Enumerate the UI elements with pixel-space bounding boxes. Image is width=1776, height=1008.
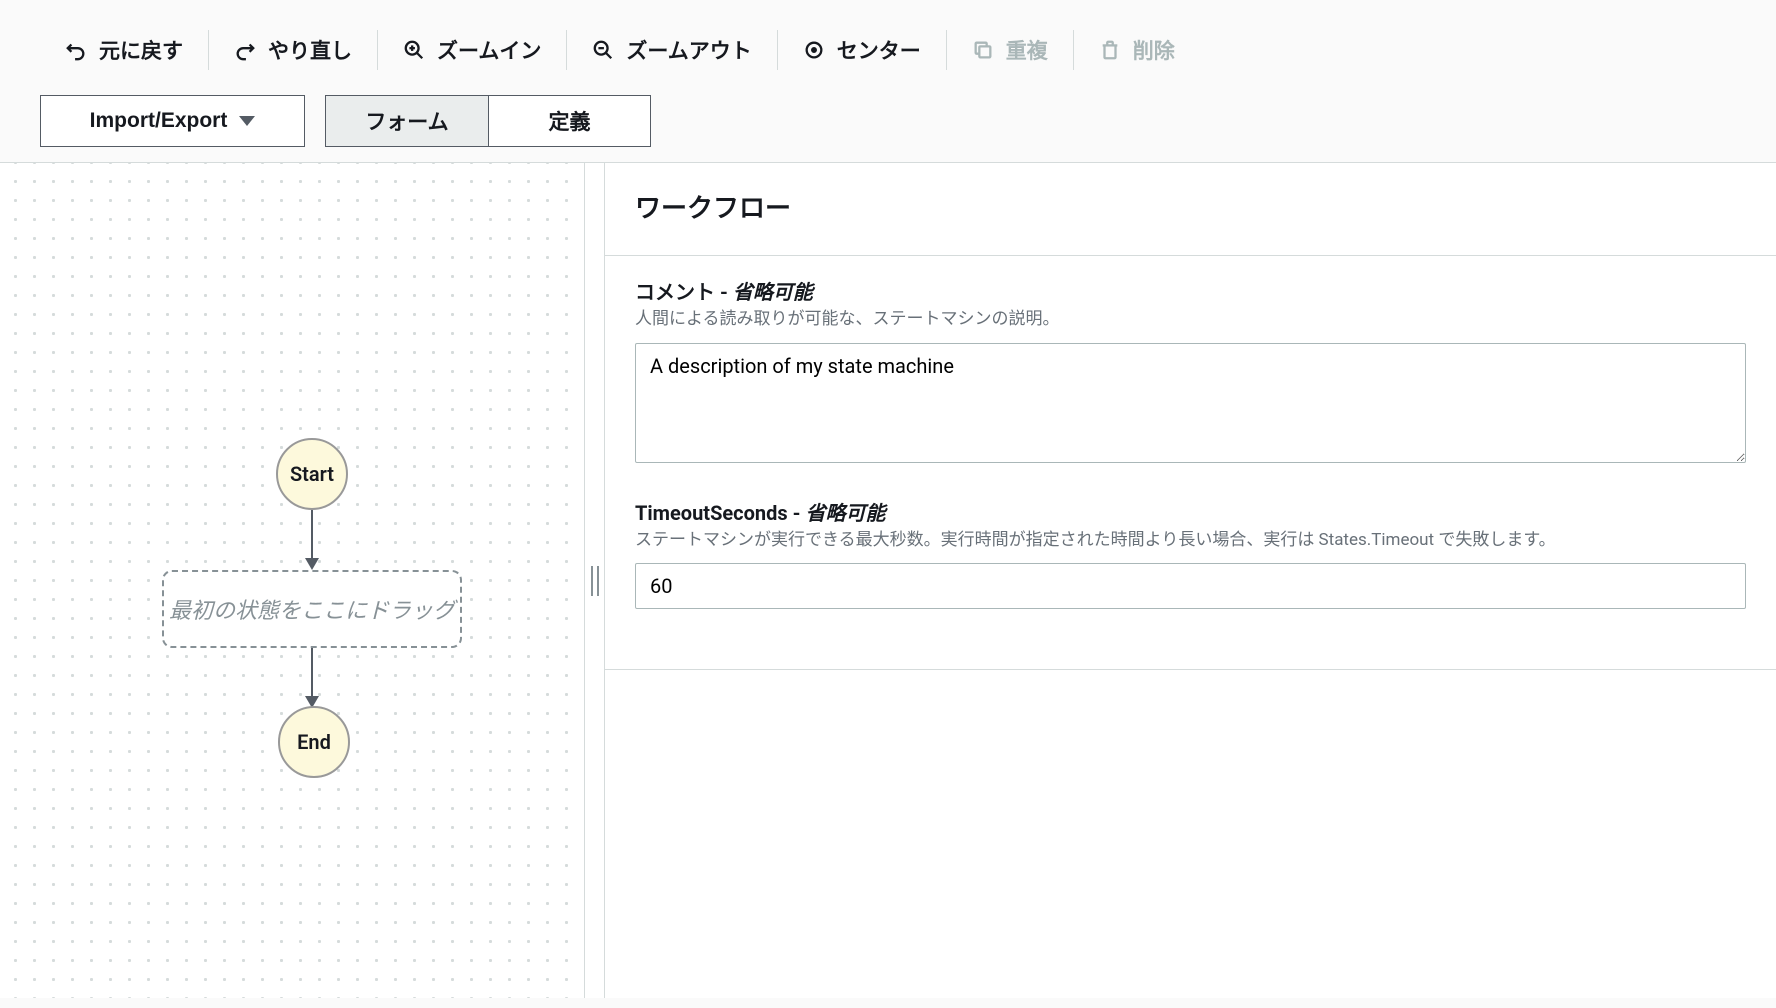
zoom-out-label: ズームアウト [626,35,751,65]
zoom-in-icon [403,39,425,61]
chevron-down-icon [239,116,255,126]
zoom-out-icon [592,39,614,61]
toolbar: 元に戻す やり直し ズームイン [0,0,1776,162]
center-button[interactable]: センター [778,25,946,75]
comment-label: コメント - 省略可能 [635,276,1746,305]
undo-label: 元に戻す [99,35,183,65]
toolbar-actions: 元に戻す やり直し ズームイン [40,25,1736,75]
main-area: Start 最初の状態をここにドラッグ End ワークフロー コメント - 省略… [0,162,1776,998]
import-export-label: Import/Export [90,109,228,133]
undo-icon [65,39,87,61]
redo-button[interactable]: やり直し [209,25,377,75]
splitter-handle-icon [591,566,599,596]
zoom-in-button[interactable]: ズームイン [378,25,566,75]
arrow-line [311,648,313,703]
delete-button[interactable]: 削除 [1074,25,1200,75]
undo-button[interactable]: 元に戻す [40,25,208,75]
duplicate-icon [972,39,994,61]
zoom-in-label: ズームイン [437,35,541,65]
center-label: センター [837,35,921,65]
arrow-line [311,510,313,565]
delete-icon [1099,39,1121,61]
form-body: コメント - 省略可能 人間による読み取りが可能な、ステートマシンの説明。 Ti… [605,256,1776,670]
duplicate-button[interactable]: 重複 [947,25,1073,75]
center-icon [803,39,825,61]
drop-zone[interactable]: 最初の状態をここにドラッグ [162,570,462,648]
comment-field: コメント - 省略可能 人間による読み取りが可能な、ステートマシンの説明。 [635,276,1746,467]
timeout-input[interactable] [635,563,1746,609]
form-title: ワークフロー [635,188,1746,225]
arrow-head [305,558,319,570]
toolbar-secondary: Import/Export フォーム 定義 [40,95,1736,147]
comment-description: 人間による読み取りが可能な、ステートマシンの説明。 [635,307,1746,333]
end-node[interactable]: End [278,706,350,778]
timeout-field: TimeoutSeconds - 省略可能 ステートマシンが実行できる最大秒数。… [635,497,1746,610]
delete-label: 削除 [1133,35,1175,65]
import-export-button[interactable]: Import/Export [40,95,305,147]
tab-form[interactable]: フォーム [325,95,488,147]
start-node[interactable]: Start [276,438,348,510]
redo-label: やり直し [268,35,352,65]
form-header: ワークフロー [605,163,1776,256]
tab-group: フォーム 定義 [325,95,651,147]
workflow-canvas[interactable]: Start 最初の状態をここにドラッグ End [0,163,585,998]
timeout-description: ステートマシンが実行できる最大秒数。実行時間が指定された時間より長い場合、実行は… [635,528,1746,554]
zoom-out-button[interactable]: ズームアウト [567,25,776,75]
splitter[interactable] [585,163,605,998]
tab-definition[interactable]: 定義 [488,95,651,147]
form-panel: ワークフロー コメント - 省略可能 人間による読み取りが可能な、ステートマシン… [605,163,1776,998]
timeout-label: TimeoutSeconds - 省略可能 [635,497,1746,526]
redo-icon [234,39,256,61]
comment-textarea[interactable] [635,343,1746,463]
duplicate-label: 重複 [1006,35,1048,65]
